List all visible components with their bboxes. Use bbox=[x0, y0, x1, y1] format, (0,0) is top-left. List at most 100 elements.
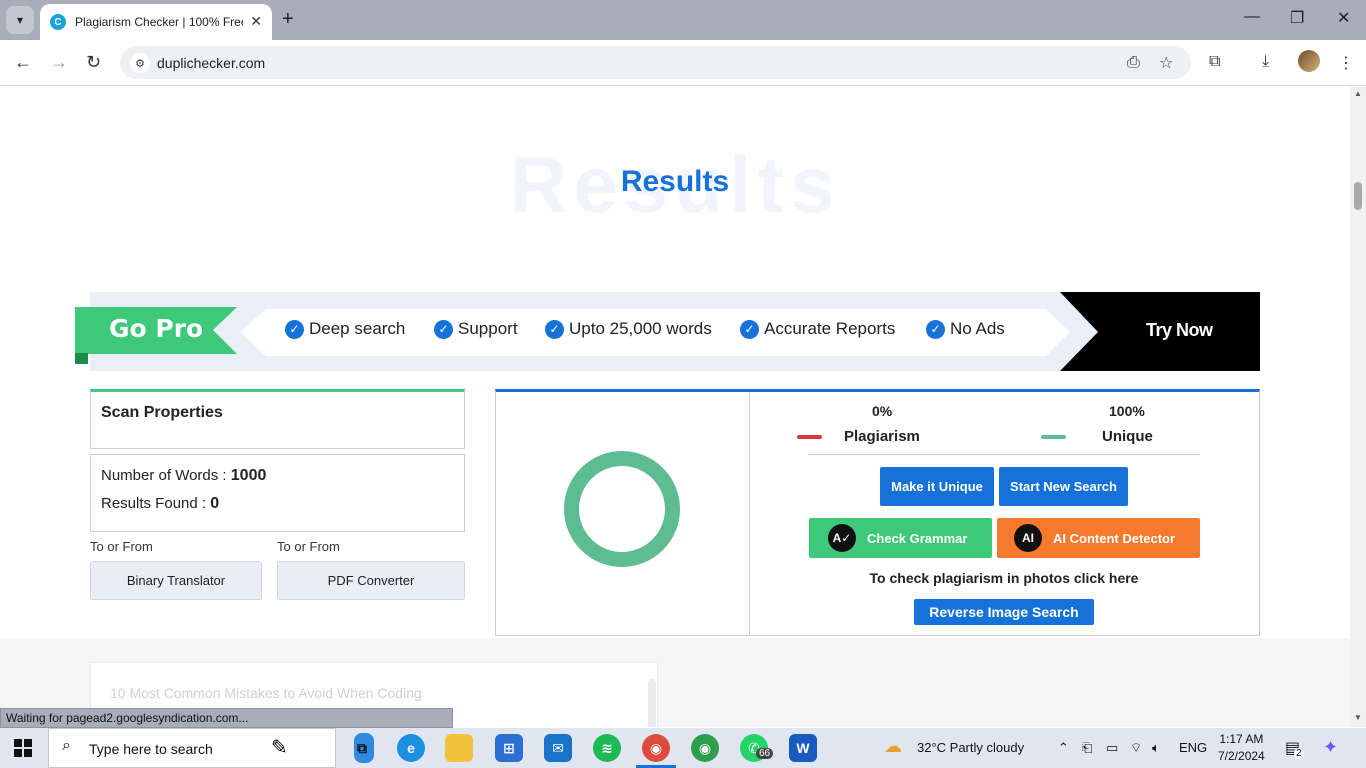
results-found: Results Found : 0 bbox=[101, 495, 219, 513]
feature-words: ✓ Upto 25,000 words bbox=[545, 319, 712, 339]
store-icon[interactable]: ⊞ bbox=[495, 734, 523, 762]
check-circle-icon: ✓ bbox=[926, 319, 945, 339]
new-tab-icon[interactable]: + bbox=[282, 8, 294, 31]
file-explorer-icon[interactable] bbox=[445, 734, 473, 762]
start-new-search-button[interactable]: Start New Search bbox=[999, 467, 1128, 506]
ai-content-detector-button[interactable]: AI AI Content Detector bbox=[997, 518, 1200, 558]
task-view-icon[interactable]: ⧉ bbox=[348, 734, 376, 762]
check-grammar-button[interactable]: A✓ Check Grammar bbox=[809, 518, 992, 558]
install-app-icon[interactable]: ⎙ bbox=[1127, 54, 1140, 72]
scrollbar-thumb[interactable] bbox=[1354, 182, 1362, 210]
reload-icon[interactable]: ↻ bbox=[86, 52, 101, 73]
browser-tab[interactable]: C Plagiarism Checker | 100% Free ✕ bbox=[40, 4, 272, 40]
scan-properties-box: Scan Properties bbox=[90, 389, 465, 449]
weather-text[interactable]: 32°C Partly cloudy bbox=[917, 740, 1024, 755]
taskbar-search-placeholder[interactable]: Type here to search bbox=[89, 741, 213, 757]
reverse-image-search-button[interactable]: Reverse Image Search bbox=[914, 599, 1094, 625]
results-label: Results Found : bbox=[101, 495, 207, 512]
browser-menu-icon[interactable]: ⋮ bbox=[1338, 53, 1354, 73]
unique-percent: 100% bbox=[1109, 403, 1145, 419]
edge-icon[interactable]: e bbox=[397, 734, 425, 762]
scroll-down-icon[interactable]: ▼ bbox=[1354, 713, 1362, 722]
restore-icon[interactable]: ❐ bbox=[1290, 8, 1304, 28]
words-count: Number of Words : 1000 bbox=[101, 467, 266, 485]
tab-search-button[interactable]: ▾ bbox=[6, 6, 34, 34]
notification-count: 2 bbox=[1294, 748, 1304, 759]
weather-icon[interactable]: ☁ bbox=[884, 736, 902, 757]
check-circle-icon: ✓ bbox=[740, 319, 759, 339]
url-text[interactable]: duplichecker.com bbox=[157, 55, 265, 71]
plagiarism-legend-swatch bbox=[797, 435, 822, 439]
back-icon[interactable]: ← bbox=[14, 52, 32, 73]
words-value: 1000 bbox=[230, 467, 267, 484]
tab-close-icon[interactable]: ✕ bbox=[250, 13, 262, 30]
spotify-icon[interactable]: ≋ bbox=[593, 734, 621, 762]
search-icon: ⌕ bbox=[62, 737, 71, 754]
downloads-icon[interactable]: ⤓ bbox=[1262, 53, 1269, 71]
copilot-icon[interactable]: ✦ bbox=[1323, 737, 1338, 758]
taskbar-search-box[interactable]: ⌕ Type here to search ✎ bbox=[48, 728, 374, 768]
whatsapp-badge: 66 bbox=[756, 748, 774, 759]
battery-icon[interactable]: ▭ bbox=[1106, 740, 1118, 756]
results-separator bbox=[808, 454, 1200, 455]
article-scrollbar[interactable] bbox=[648, 679, 656, 727]
window-close-icon[interactable]: ✕ bbox=[1337, 8, 1350, 28]
tray-chevron-icon[interactable]: ⌃ bbox=[1058, 740, 1069, 756]
results-heading: Results bbox=[620, 165, 730, 198]
uniqueness-donut-chart bbox=[564, 451, 680, 567]
plagiarism-percent: 0% bbox=[872, 403, 893, 419]
check-circle-icon: ✓ bbox=[285, 319, 304, 339]
unique-legend-swatch bbox=[1041, 435, 1066, 439]
feature-label: Accurate Reports bbox=[764, 319, 896, 338]
ai-content-detector-label: AI Content Detector bbox=[1053, 530, 1176, 546]
go-pro-label: Go Pro bbox=[109, 314, 204, 343]
check-grammar-label: Check Grammar bbox=[867, 530, 968, 546]
page-scrollbar[interactable]: ▲ ▼ bbox=[1350, 87, 1366, 727]
extensions-icon[interactable]: ⧉ bbox=[1209, 53, 1220, 71]
photo-plagiarism-text: To check plagiarism in photos click here bbox=[869, 570, 1139, 586]
go-pro-ribbon-fold bbox=[75, 353, 88, 364]
words-label: Number of Words : bbox=[101, 467, 227, 484]
browser-tab-bar: ▾ C Plagiarism Checker | 100% Free ✕ + —… bbox=[0, 0, 1366, 40]
feature-accurate-reports: ✓ Accurate Reports bbox=[740, 319, 895, 339]
feature-label: No Ads bbox=[950, 319, 1005, 338]
meet-icon[interactable]: ⎗ bbox=[1082, 740, 1092, 756]
try-now-label[interactable]: Try Now bbox=[1146, 320, 1213, 341]
language-indicator[interactable]: ENG bbox=[1179, 740, 1207, 755]
scroll-up-icon[interactable]: ▲ bbox=[1354, 89, 1362, 98]
clock-date: 7/2/2024 bbox=[1218, 749, 1265, 763]
feature-deep-search: ✓ Deep search bbox=[285, 319, 405, 339]
grammar-icon: A✓ bbox=[828, 524, 856, 552]
chrome-profile-icon[interactable]: ◉ bbox=[642, 734, 670, 762]
check-circle-icon: ✓ bbox=[434, 319, 453, 339]
clock[interactable]: 1:17 AM 7/2/2024 bbox=[1218, 731, 1265, 765]
bookmark-star-icon[interactable]: ☆ bbox=[1159, 53, 1173, 73]
chrome-icon[interactable]: ◉ bbox=[691, 734, 719, 762]
site-info-icon[interactable]: ⚙ bbox=[130, 53, 150, 73]
profile-avatar[interactable] bbox=[1298, 50, 1320, 72]
feature-support: ✓ Support bbox=[434, 319, 518, 339]
feature-label: Deep search bbox=[309, 319, 406, 338]
browser-status-bar: Waiting for pagead2.googlesyndication.co… bbox=[0, 708, 453, 728]
results-divider bbox=[749, 392, 750, 635]
site-favicon-icon: C bbox=[50, 14, 66, 30]
make-it-unique-button[interactable]: Make it Unique bbox=[880, 467, 994, 506]
search-highlight-icon: ✎ bbox=[271, 737, 288, 759]
scan-stats-box: Number of Words : 1000 Results Found : 0 bbox=[90, 454, 465, 532]
wifi-icon[interactable]: ⌔ bbox=[1130, 740, 1142, 756]
pdf-converter-button[interactable]: PDF Converter bbox=[277, 561, 465, 600]
minimize-icon[interactable]: — bbox=[1244, 8, 1260, 26]
unique-legend-label: Unique bbox=[1102, 428, 1153, 445]
check-circle-icon: ✓ bbox=[545, 319, 564, 339]
windows-taskbar: ⌕ Type here to search ✎ ⧉ e ⊞ ✉ ≋ ◉ ◉ ✆ … bbox=[0, 728, 1366, 768]
windows-start-icon[interactable] bbox=[14, 739, 32, 757]
word-icon[interactable]: W bbox=[789, 734, 817, 762]
forward-icon[interactable]: → bbox=[50, 52, 68, 73]
mail-icon[interactable]: ✉ bbox=[544, 734, 572, 762]
binary-translator-button[interactable]: Binary Translator bbox=[90, 561, 262, 600]
volume-icon[interactable]: 🔈︎ bbox=[1152, 740, 1160, 756]
page-content: Results Results Go Pro ✓ Deep search ✓ S… bbox=[0, 87, 1350, 727]
address-bar[interactable]: ⚙ duplichecker.com ⎙ ☆ bbox=[120, 46, 1191, 79]
article-title[interactable]: 10 Most Common Mistakes to Avoid When Co… bbox=[110, 685, 422, 701]
to-or-from-label: To or From bbox=[90, 539, 153, 554]
